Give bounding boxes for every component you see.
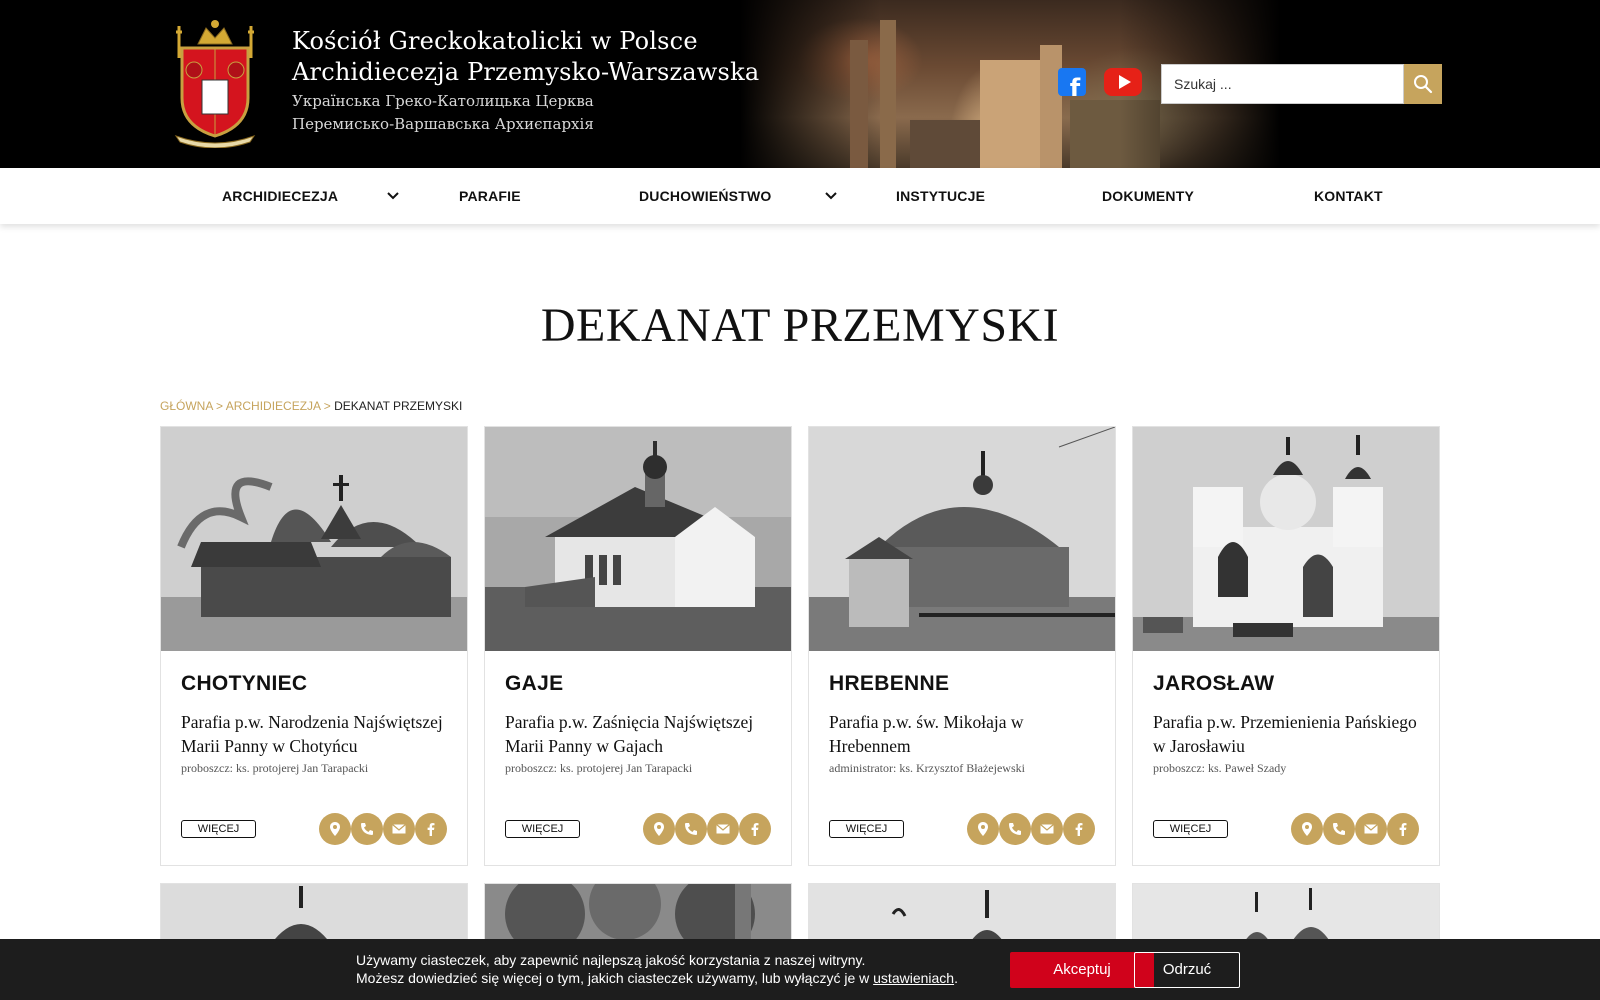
parish-card: JAROSŁAW Parafia p.w. Przemienienia Pańs… xyxy=(1132,426,1440,866)
parish-photo[interactable] xyxy=(1133,427,1439,651)
parish-priest: proboszcz: ks. protojerej Jan Tarapacki xyxy=(181,761,369,775)
parish-name[interactable]: GAJE xyxy=(505,672,563,696)
more-button[interactable]: WIĘCEJ xyxy=(505,820,580,838)
breadcrumb-parent[interactable]: ARCHIDIECEZJA xyxy=(226,399,321,413)
parish-description: Parafia p.w. Przemienienia Pańskiego w J… xyxy=(1153,710,1425,776)
more-button[interactable]: WIĘCEJ xyxy=(1153,820,1228,838)
cookie-banner: Używamy ciasteczek, aby zapewnić najleps… xyxy=(0,939,1600,1000)
site-title[interactable]: Kościół Greckokatolicki w Polsce Archidi… xyxy=(292,26,759,136)
breadcrumb-current: DEKANAT PRZEMYSKI xyxy=(334,399,463,413)
parish-priest: administrator: ks. Krzysztof Błażejewski xyxy=(829,761,1025,775)
facebook-icon[interactable] xyxy=(1387,813,1419,845)
nav-item-duchowienstwo[interactable]: DUCHOWIEŃSTWO xyxy=(639,168,771,224)
site-title-line1: Kościół Greckokatolicki w Polsce xyxy=(292,27,698,55)
phone-icon[interactable] xyxy=(1323,813,1355,845)
cookie-message: Używamy ciasteczek, aby zapewnić najleps… xyxy=(356,951,958,987)
parish-card: GAJE Parafia p.w. Zaśnięcia Najświętszej… xyxy=(484,426,792,866)
parish-title[interactable]: Parafia p.w. Przemienienia Pańskiego w J… xyxy=(1153,710,1425,758)
site-subtitle-line2: Перемисько-Варшавська Архиєпархія xyxy=(292,115,594,133)
main-nav: ARCHIDIECEZJA PARAFIE DUCHOWIEŃSTWO INST… xyxy=(0,168,1600,224)
parish-description: Parafia p.w. św. Mikołaja w Hrebennem ad… xyxy=(829,710,1101,776)
search-icon xyxy=(1414,75,1433,94)
facebook-icon[interactable] xyxy=(415,813,447,845)
chevron-down-icon[interactable] xyxy=(386,188,400,202)
breadcrumb: GŁÓWNA > ARCHIDIECEZJA > DEKANAT PRZEMYS… xyxy=(160,399,462,413)
facebook-icon[interactable] xyxy=(739,813,771,845)
accept-cookies-button[interactable]: Akceptuj xyxy=(1010,952,1154,988)
reject-cookies-button[interactable]: Odrzuć xyxy=(1134,952,1240,988)
mail-icon[interactable] xyxy=(1355,813,1387,845)
site-title-line2: Archidiecezja Przemysko-Warszawska xyxy=(292,58,760,86)
site-header: Kościół Greckokatolicki w Polsce Archidi… xyxy=(0,0,1600,168)
phone-icon[interactable] xyxy=(351,813,383,845)
search-input[interactable]: Szukaj ... xyxy=(1161,64,1404,104)
phone-icon[interactable] xyxy=(999,813,1031,845)
phone-icon[interactable] xyxy=(675,813,707,845)
nav-item-parafie[interactable]: PARAFIE xyxy=(459,168,521,224)
chevron-down-icon[interactable] xyxy=(824,188,838,202)
map-pin-icon[interactable] xyxy=(319,813,351,845)
page-title: DEKANAT PRZEMYSKI xyxy=(540,299,1060,352)
nav-item-instytucje[interactable]: INSTYTUCJE xyxy=(896,168,985,224)
cookie-settings-link[interactable]: ustawieniach xyxy=(873,970,954,986)
parish-priest: proboszcz: ks. Paweł Szady xyxy=(1153,761,1287,775)
breadcrumb-separator: > xyxy=(216,399,224,413)
nav-item-dokumenty[interactable]: DOKUMENTY xyxy=(1102,168,1194,224)
parish-name[interactable]: CHOTYNIEC xyxy=(181,672,307,696)
search-button[interactable] xyxy=(1404,64,1442,104)
archdiocese-logo[interactable] xyxy=(172,18,258,148)
youtube-icon[interactable] xyxy=(1104,68,1142,96)
parish-photo[interactable] xyxy=(485,427,791,651)
map-pin-icon[interactable] xyxy=(967,813,999,845)
more-button[interactable]: WIĘCEJ xyxy=(829,820,904,838)
cookie-message-line1: Używamy ciasteczek, aby zapewnić najleps… xyxy=(356,952,866,968)
parish-title[interactable]: Parafia p.w. św. Mikołaja w Hrebennem xyxy=(829,710,1101,758)
cookie-message-line2-text: Możesz dowiedzieć się więcej o tym, jaki… xyxy=(356,970,870,986)
facebook-icon[interactable]: f xyxy=(1058,68,1086,96)
contact-icons xyxy=(319,813,447,845)
parish-description: Parafia p.w. Narodzenia Najświętszej Mar… xyxy=(181,710,453,776)
nav-item-kontakt[interactable]: KONTAKT xyxy=(1314,168,1383,224)
nav-item-archidiecezja[interactable]: ARCHIDIECEZJA xyxy=(222,168,338,224)
parish-title[interactable]: Parafia p.w. Narodzenia Najświętszej Mar… xyxy=(181,710,453,758)
mail-icon[interactable] xyxy=(707,813,739,845)
parish-title[interactable]: Parafia p.w. Zaśnięcia Najświętszej Mari… xyxy=(505,710,777,758)
parish-card: HREBENNE Parafia p.w. św. Mikołaja w Hre… xyxy=(808,426,1116,866)
mail-icon[interactable] xyxy=(1031,813,1063,845)
contact-icons xyxy=(1291,813,1419,845)
parish-card: CHOTYNIEC Parafia p.w. Narodzenia Najświ… xyxy=(160,426,468,866)
parish-photo[interactable] xyxy=(809,427,1115,651)
contact-icons xyxy=(643,813,771,845)
parish-photo[interactable] xyxy=(161,427,467,651)
facebook-icon[interactable] xyxy=(1063,813,1095,845)
more-button[interactable]: WIĘCEJ xyxy=(181,820,256,838)
mail-icon[interactable] xyxy=(383,813,415,845)
map-pin-icon[interactable] xyxy=(1291,813,1323,845)
cookie-message-line2-end: . xyxy=(954,970,958,986)
breadcrumb-separator: > xyxy=(323,399,331,413)
parish-name[interactable]: JAROSŁAW xyxy=(1153,672,1274,696)
contact-icons xyxy=(967,813,1095,845)
breadcrumb-home[interactable]: GŁÓWNA xyxy=(160,399,213,413)
site-subtitle-line1: Українська Греко-Католицька Церква xyxy=(292,92,594,110)
parish-description: Parafia p.w. Zaśnięcia Najświętszej Mari… xyxy=(505,710,777,776)
cookie-message-line2: Możesz dowiedzieć się więcej o tym, jaki… xyxy=(356,969,958,987)
parish-name[interactable]: HREBENNE xyxy=(829,672,949,696)
parish-priest: proboszcz: ks. protojerej Jan Tarapacki xyxy=(505,761,693,775)
map-pin-icon[interactable] xyxy=(643,813,675,845)
